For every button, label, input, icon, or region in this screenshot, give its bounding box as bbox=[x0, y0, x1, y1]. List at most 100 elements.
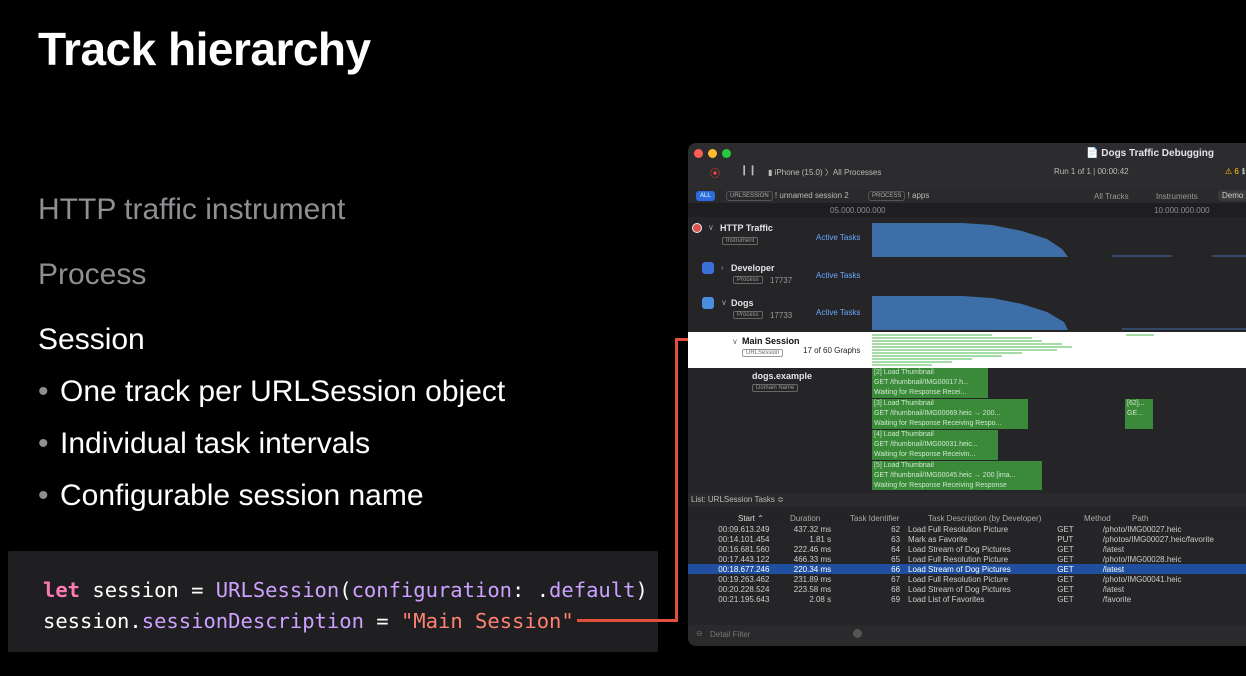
table-row[interactable]: 00:20.228.524 223.58 ms 68 Load Stream of D… bbox=[688, 584, 1246, 594]
bullet-item: • One track per URLSession object bbox=[38, 375, 505, 409]
http-instrument-icon bbox=[692, 223, 702, 233]
column-header[interactable]: Path bbox=[1132, 514, 1148, 523]
code-token: ) bbox=[635, 578, 648, 602]
table-row[interactable]: 00:14.101.454 1.81 s 63 Mark as Favorite PUT… bbox=[688, 534, 1246, 544]
list-selector[interactable]: List: URLSession Tasks ≎ bbox=[688, 493, 1246, 507]
column-header[interactable]: Task Identifier bbox=[850, 514, 899, 523]
chevron-right-icon[interactable]: › bbox=[721, 263, 724, 272]
task-interval[interactable]: [62]... GE... bbox=[1125, 399, 1153, 429]
track-type-badge: Process bbox=[733, 276, 763, 284]
interval-request: GE... bbox=[1127, 410, 1143, 417]
code-token: = bbox=[363, 609, 401, 633]
filter-session-token[interactable]: URLSESSION ! unnamed session 2 bbox=[726, 191, 849, 201]
chevron-down-icon[interactable]: ∨ bbox=[721, 298, 727, 307]
table-cell: 66 bbox=[835, 564, 905, 574]
code-text: let session = URLSession(configuration: … bbox=[43, 575, 648, 637]
table-cell: 2.08 s bbox=[809, 594, 832, 604]
code-token: : . bbox=[512, 578, 550, 602]
warnings-badge[interactable]: ⚠ 6 bbox=[1225, 167, 1239, 176]
column-header[interactable]: Start ⌃ bbox=[738, 514, 764, 523]
interval-phases: Waiting for Response Receiving Response bbox=[874, 482, 1007, 489]
track-type-badge: URLSession bbox=[742, 349, 784, 357]
arrow-connector-vertical bbox=[675, 338, 678, 622]
table-cell: Load Full Resolution Picture bbox=[908, 554, 1009, 564]
interval-title: [3] Load Thumbnail bbox=[874, 400, 934, 407]
session-chip: URLSESSION bbox=[726, 191, 773, 201]
slide-title: Track hierarchy bbox=[38, 23, 371, 75]
http-activity-graph bbox=[872, 223, 1246, 257]
graphs-count[interactable]: 17 of 60 Graphs bbox=[803, 346, 860, 355]
task-interval[interactable]: [2] Load Thumbnail GET /thumbnail/IMG0001… bbox=[872, 368, 988, 398]
table-cell: Load Stream of Dog Pictures bbox=[908, 584, 1011, 594]
track-name: Developer bbox=[731, 263, 775, 273]
detail-filter-input[interactable]: Detail Filter bbox=[710, 630, 750, 639]
table-cell: Load Full Resolution Picture bbox=[908, 524, 1009, 534]
track-type-badge: Process bbox=[733, 311, 763, 319]
table-cell: 69 bbox=[891, 594, 901, 604]
column-header[interactable]: Task Description (by Developer) bbox=[928, 514, 1041, 523]
column-header[interactable]: Method bbox=[1084, 514, 1111, 523]
options-icon[interactable] bbox=[853, 629, 862, 638]
bullet-glyph: • bbox=[38, 375, 49, 408]
track-type-badge: Domain Name bbox=[752, 384, 799, 392]
table-row[interactable]: 00:16.681.560 222.46 ms 64 Load Stream of D… bbox=[688, 544, 1246, 554]
target-label: All Processes bbox=[832, 168, 882, 177]
column-header[interactable]: Duration bbox=[790, 514, 820, 523]
table-cell: /latest bbox=[1098, 564, 1246, 574]
code-type: URLSession bbox=[215, 578, 340, 602]
table-cell: GET bbox=[1053, 564, 1099, 574]
table-cell: 220.34 ms bbox=[773, 564, 836, 574]
table-row[interactable]: 00:17.443.122 466.33 ms 65 Load Full Resolu… bbox=[688, 554, 1246, 564]
task-interval[interactable]: [4] Load Thumbnail GET /thumbnail/IMG0003… bbox=[872, 430, 998, 460]
active-tasks-label[interactable]: Active Tasks bbox=[816, 308, 860, 317]
table-cell: 466.33 ms bbox=[793, 554, 832, 564]
table-row[interactable]: 00:21.195.643 2.08 s 69 Load List of Favori… bbox=[688, 594, 1246, 604]
tab-demo[interactable]: Demo bbox=[1218, 190, 1246, 201]
tab-instruments[interactable]: Instruments bbox=[1156, 192, 1198, 201]
interval-title: [5] Load Thumbnail bbox=[874, 462, 934, 469]
task-interval[interactable]: [5] Load Thumbnail GET /thumbnail/IMG0004… bbox=[872, 461, 1042, 490]
table-cell: 67 bbox=[891, 574, 901, 584]
chevron-down-icon[interactable]: ∨ bbox=[708, 223, 714, 232]
bullet-text: Individual task intervals bbox=[60, 427, 371, 460]
interval-request: GET /thumbnail/IMG00031.heic... bbox=[874, 441, 978, 448]
table-cell: Mark as Favorite bbox=[908, 534, 968, 544]
app-icon bbox=[702, 297, 714, 309]
bullet-item: • Individual task intervals bbox=[38, 427, 370, 461]
pause-icon[interactable]: ❙❙ bbox=[740, 165, 757, 176]
table-cell: 64 bbox=[891, 544, 901, 554]
table-row[interactable]: 00:09.613.249 437.32 ms 62 Load Full Resolu… bbox=[688, 524, 1246, 534]
run-label: Run 1 of 1 bbox=[1054, 167, 1091, 176]
level-http-instrument: HTTP traffic instrument bbox=[38, 193, 346, 226]
run-time: 00:00:42 bbox=[1097, 167, 1129, 176]
track-dogs[interactable]: ∨ Dogs Process 17733 Active Tasks bbox=[688, 294, 1246, 332]
close-window-icon[interactable] bbox=[694, 149, 703, 158]
task-interval[interactable]: [3] Load Thumbnail GET /thumbnail/IMG0006… bbox=[872, 399, 1028, 429]
filter-all-chip[interactable]: ALL bbox=[696, 191, 715, 201]
interval-title: [62]... bbox=[1127, 400, 1145, 407]
ruler-tick: 10.000.000.000 bbox=[1154, 206, 1210, 215]
table-cell: Load Stream of Dog Pictures bbox=[908, 544, 1011, 554]
filter-bar: ALL URLSESSION ! unnamed session 2 PROCE… bbox=[688, 189, 1246, 203]
track-http-traffic[interactable]: ∨ HTTP Traffic Instrument Active Tasks bbox=[688, 219, 1246, 259]
info-icon[interactable]: ℹ bbox=[1242, 167, 1245, 176]
level-session: Session bbox=[38, 323, 145, 356]
table-row[interactable]: 00:19.263.462 231.89 ms 67 Load Full Resolu… bbox=[688, 574, 1246, 584]
track-name: Dogs bbox=[731, 298, 754, 308]
track-developer[interactable]: › Developer Process 17737 Active Tasks bbox=[688, 259, 1246, 294]
zoom-window-icon[interactable] bbox=[722, 149, 731, 158]
track-domain[interactable]: dogs.example Domain Name [2] Load Thumbn… bbox=[688, 368, 1246, 490]
record-icon[interactable]: ⦿ bbox=[710, 165, 720, 180]
tab-all-tracks[interactable]: All Tracks bbox=[1094, 192, 1129, 201]
minimize-window-icon[interactable] bbox=[708, 149, 717, 158]
table-cell: 65 bbox=[891, 554, 901, 564]
track-main-session[interactable]: ∨ Main Session URLSession 17 of 60 Graph… bbox=[688, 332, 1246, 368]
table-cell: 00:19.263.462 bbox=[718, 574, 770, 584]
table-cell: /photo/IMG00028.heic bbox=[1102, 554, 1182, 564]
target-selector[interactable]: ▮ iPhone (15.0) 〉All Processes bbox=[768, 167, 881, 178]
chevron-down-icon[interactable]: ∨ bbox=[732, 337, 738, 346]
active-tasks-label[interactable]: Active Tasks bbox=[816, 271, 860, 280]
active-tasks-label[interactable]: Active Tasks bbox=[816, 233, 860, 242]
filter-process-token[interactable]: PROCESS ! apps bbox=[868, 191, 929, 201]
table-row[interactable]: 00:18.677.246 220.34 ms 66 Load Stream of D… bbox=[688, 564, 1246, 574]
